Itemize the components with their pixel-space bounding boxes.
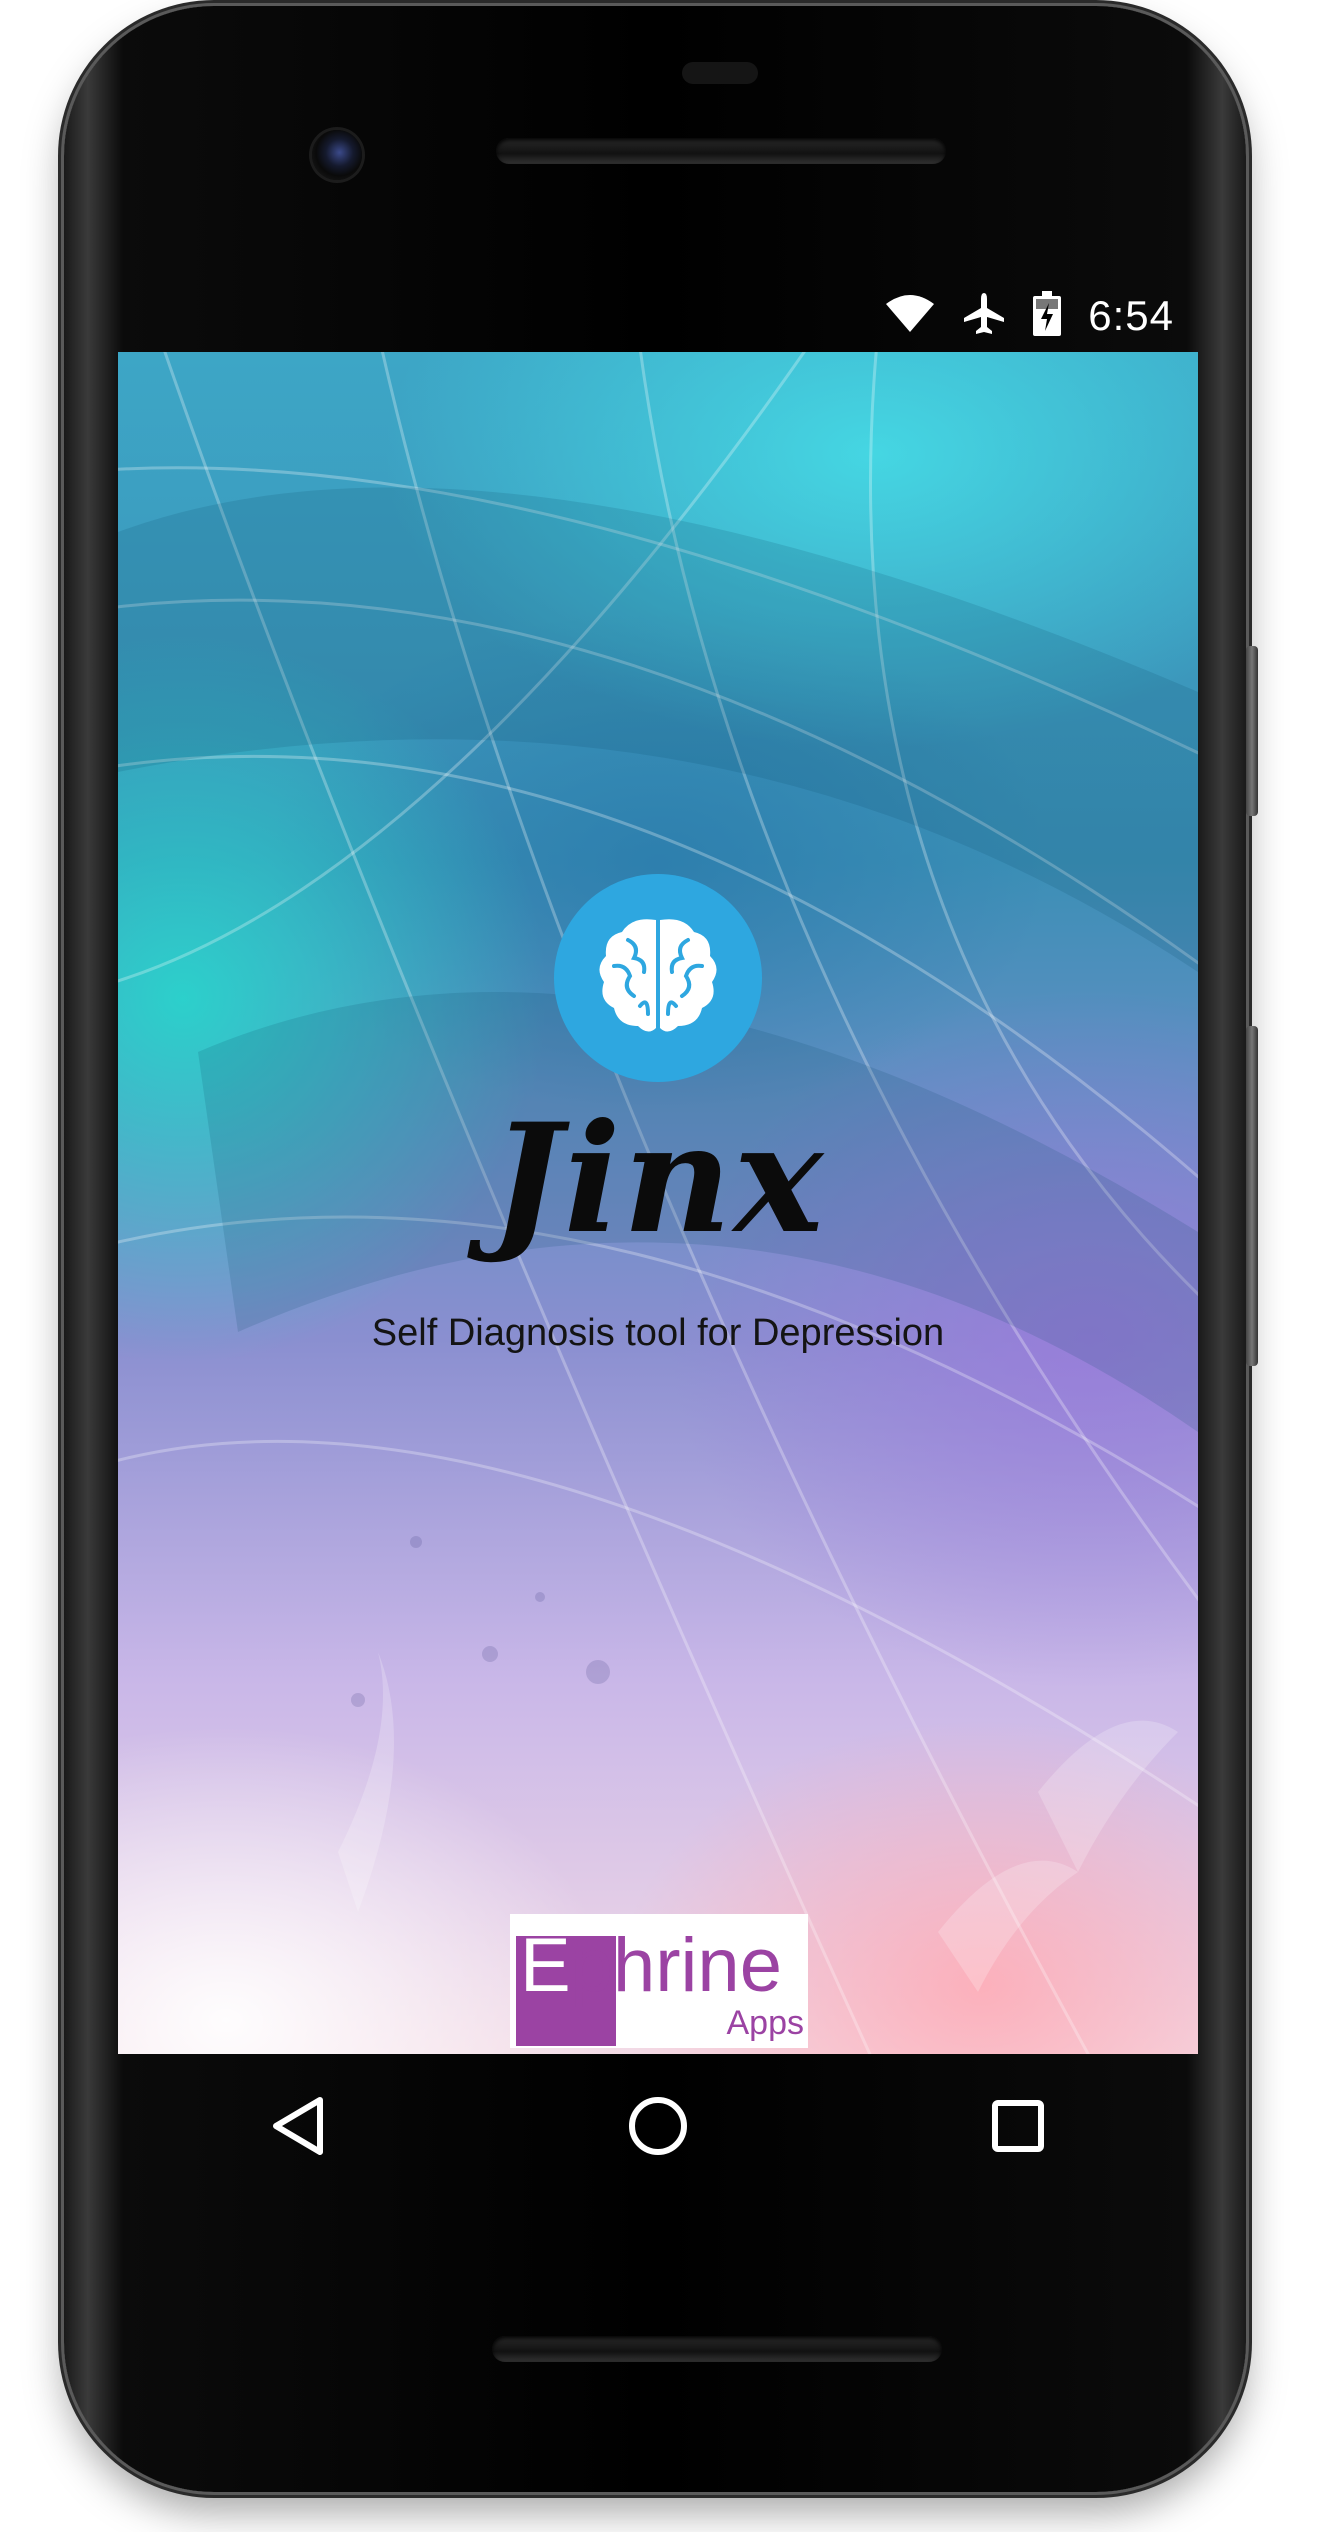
airplane-mode-icon: [962, 291, 1006, 341]
recents-icon: [990, 2098, 1046, 2158]
developer-logo-initial: E: [520, 1923, 571, 2008]
status-time: 6:54: [1088, 292, 1174, 339]
app-tagline: Self Diagnosis tool for Depression: [371, 1312, 945, 1354]
status-bar: 6:54: [118, 280, 1198, 352]
wifi-icon: [884, 294, 936, 338]
splash-screen: Jinx Self Diagnosis tool for Depression …: [118, 352, 1198, 2054]
developer-logo: Ephrine Apps: [510, 1914, 808, 2048]
app-logo: [554, 874, 762, 1082]
proximity-sensor: [682, 62, 758, 84]
home-button[interactable]: [613, 2083, 703, 2173]
developer-logo-sub: Apps: [726, 2004, 805, 2042]
device-mockup: 6:54 Jinx Self Diagnosis tool for Depres…: [0, 0, 1330, 2532]
developer-logo-rest: phrine: [570, 1923, 782, 2008]
app-title: Jinx: [490, 1091, 826, 1267]
developer-logo-word: Ephrine: [520, 1928, 782, 2004]
back-icon: [268, 2094, 328, 2162]
power-button: [1246, 646, 1258, 816]
brain-icon: [592, 910, 724, 1046]
recents-button[interactable]: [973, 2083, 1063, 2173]
home-icon: [626, 2094, 690, 2162]
bottom-speaker: [492, 2336, 942, 2362]
back-button[interactable]: [253, 2083, 343, 2173]
volume-button: [1246, 1026, 1258, 1366]
navigation-bar: [118, 2054, 1198, 2202]
earpiece-speaker: [496, 138, 946, 164]
battery-charging-icon: [1032, 291, 1062, 341]
front-camera-icon: [312, 130, 362, 180]
